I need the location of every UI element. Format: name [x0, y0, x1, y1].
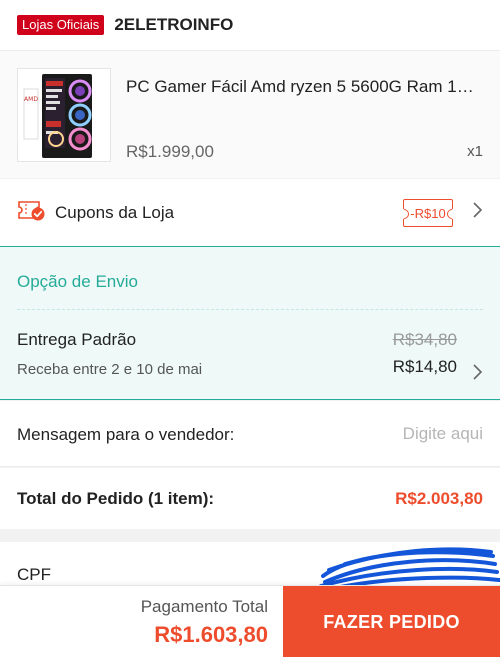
total-payment-label: Pagamento Total	[140, 597, 268, 616]
shop-name[interactable]: 2ELETROINFO	[114, 15, 233, 35]
shipping-eta: Receba entre 2 e 10 de mai	[17, 361, 203, 378]
cpf-label: CPF	[17, 565, 51, 584]
seller-message-row: Mensagem para o vendedor:	[0, 401, 500, 467]
place-order-button[interactable]: FAZER PEDIDO	[283, 586, 500, 657]
shipping-original-price: R$34,80	[392, 330, 457, 349]
product-item[interactable]: AMD PC Gamer Fácil Amd ryzen 5 5600G Ram…	[0, 50, 500, 178]
product-title[interactable]: PC Gamer Fácil Amd ryzen 5 5600G Ram 16G…	[126, 77, 476, 97]
order-total-row: Total do Pedido (1 item): R$2.003,80	[0, 468, 500, 529]
official-store-badge: Lojas Oficiais	[17, 15, 105, 35]
svg-text:AMD: AMD	[24, 96, 38, 103]
store-coupons-row[interactable]: Cupons da Loja -R$10	[0, 179, 500, 246]
coupon-label: Cupons da Loja	[55, 202, 175, 222]
checkout-footer: Pagamento Total R$1.603,80 FAZER PEDIDO	[0, 585, 500, 657]
product-quantity: x1	[467, 143, 483, 160]
shipping-method-name: Entrega Padrão	[17, 330, 137, 349]
product-price: R$1.999,00	[126, 142, 214, 161]
chevron-right-icon[interactable]	[471, 363, 483, 386]
product-image: AMD	[17, 68, 111, 162]
ticket-icon	[17, 199, 45, 226]
seller-message-label: Mensagem para o vendedor:	[17, 425, 235, 444]
order-total-value: R$2.003,80	[395, 489, 483, 508]
shipping-section-title: Opção de Envio	[17, 272, 138, 291]
shop-header[interactable]: Lojas Oficiais 2ELETROINFO	[0, 0, 500, 50]
order-total-label: Total do Pedido (1 item):	[17, 489, 215, 508]
shipping-price: R$14,80	[392, 357, 457, 376]
total-payment-value: R$1.603,80	[154, 622, 268, 647]
coupon-discount-tag: -R$10	[403, 199, 453, 227]
shipping-option-section: Opção de Envio Entrega Padrão Receba ent…	[0, 246, 500, 400]
seller-message-input[interactable]	[283, 419, 483, 449]
divider	[17, 309, 483, 310]
chevron-right-icon[interactable]	[471, 201, 483, 224]
